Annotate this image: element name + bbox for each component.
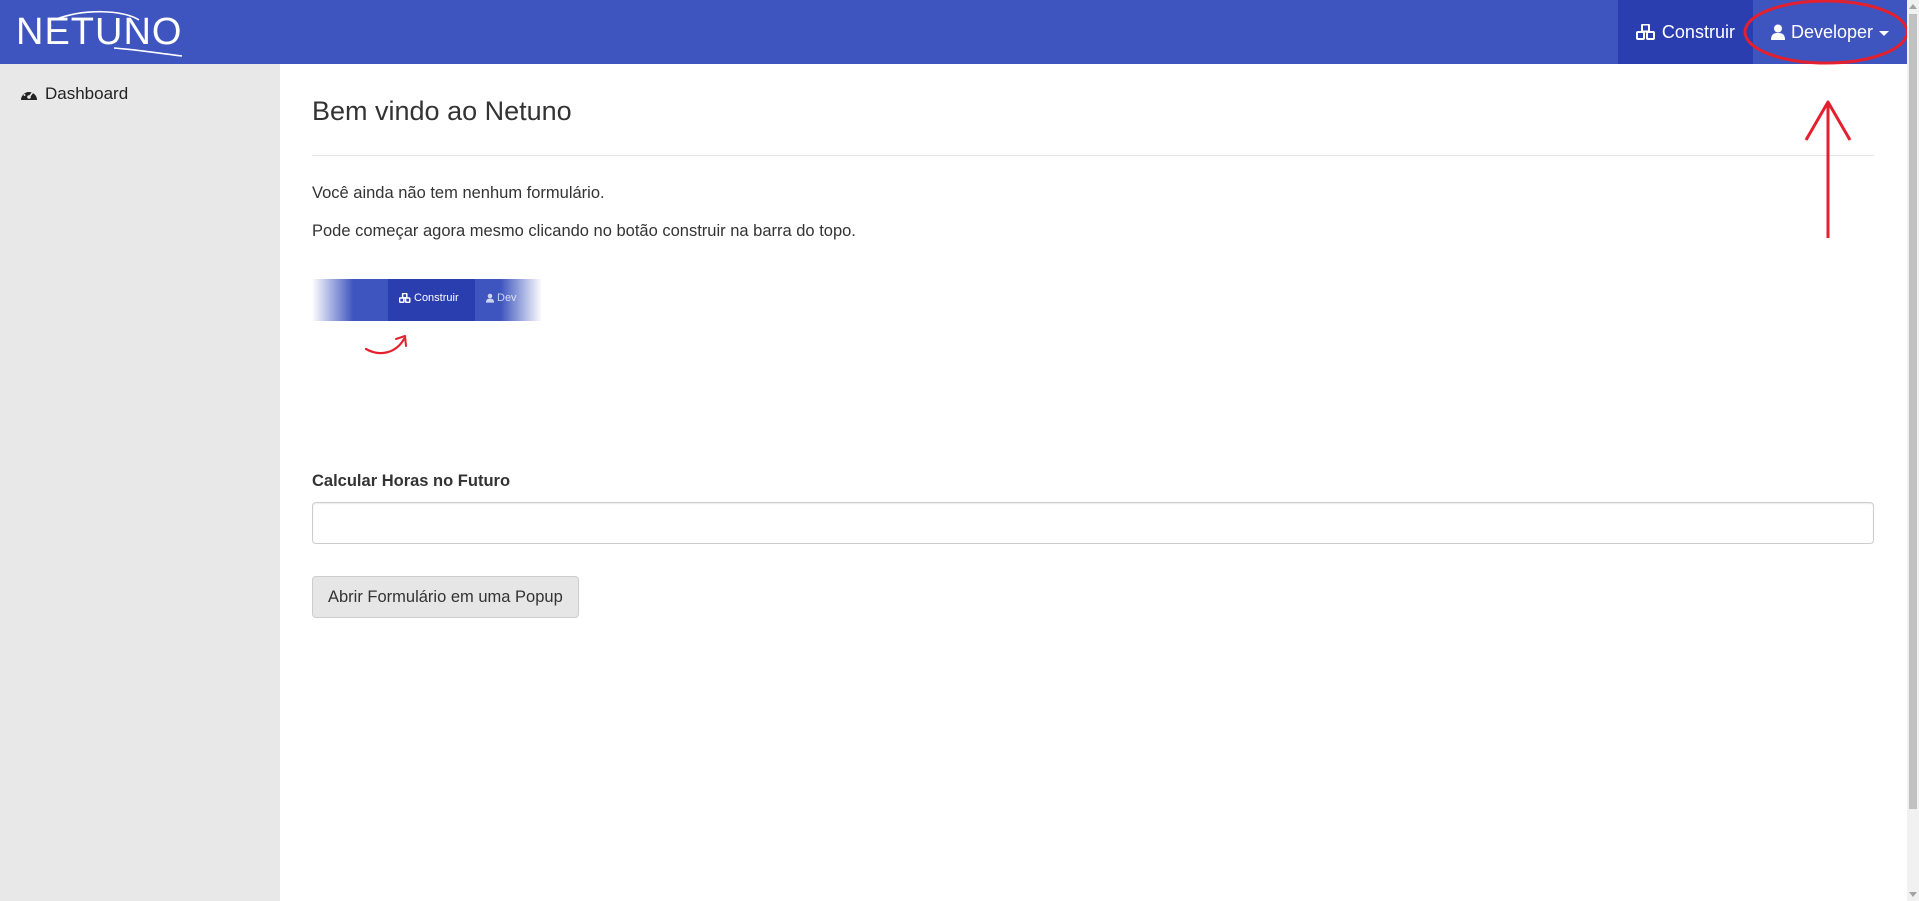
hint-user-label: Dev <box>486 292 517 304</box>
dashboard-icon <box>20 86 38 102</box>
no-forms-message: Você ainda não tem nenhum formulário. <box>312 184 605 202</box>
page-title: Bem vindo ao Netuno <box>312 96 572 126</box>
scroll-up-icon[interactable] <box>1909 4 1917 9</box>
scroll-down-icon[interactable] <box>1909 892 1917 897</box>
user-menu-dropdown[interactable]: Developer <box>1753 0 1907 64</box>
sidebar: Dashboard <box>0 64 280 901</box>
page-scrollbar[interactable] <box>1907 0 1919 901</box>
main-content: Bem vindo ao Netuno Você ainda não tem n… <box>280 64 1907 901</box>
future-hours-input[interactable] <box>312 502 1874 544</box>
future-hours-label: Calcular Horas no Futuro <box>312 472 511 490</box>
curved-arrow-icon <box>364 335 407 355</box>
user-menu-label: Developer <box>1790 21 1873 42</box>
user-icon <box>1770 24 1785 40</box>
scroll-thumb[interactable] <box>1909 14 1917 809</box>
open-form-popup-button[interactable]: Abrir Formulário em uma Popup <box>312 576 579 618</box>
build-button-label: Construir <box>1661 21 1735 42</box>
build-hint-image: Construir Dev <box>312 279 542 369</box>
navbar-right: Construir Developer <box>1617 0 1907 64</box>
getting-started-message: Pode começar agora mesmo clicando no bot… <box>312 222 856 240</box>
hint-build-label: Construir <box>399 292 459 304</box>
sidebar-item-label: Dashboard <box>45 84 129 103</box>
logo-wave-icon <box>53 10 183 57</box>
netuno-logo[interactable]: NETUNO <box>14 6 184 58</box>
sidebar-item-dashboard[interactable]: Dashboard <box>20 84 128 104</box>
top-navbar: NETUNO Construir Developer <box>0 0 1907 64</box>
cubes-icon <box>399 293 411 303</box>
title-divider <box>312 155 1874 156</box>
chevron-down-icon <box>1879 30 1889 36</box>
user-icon <box>486 293 494 303</box>
cubes-icon <box>1635 24 1656 40</box>
build-button[interactable]: Construir <box>1617 0 1753 64</box>
